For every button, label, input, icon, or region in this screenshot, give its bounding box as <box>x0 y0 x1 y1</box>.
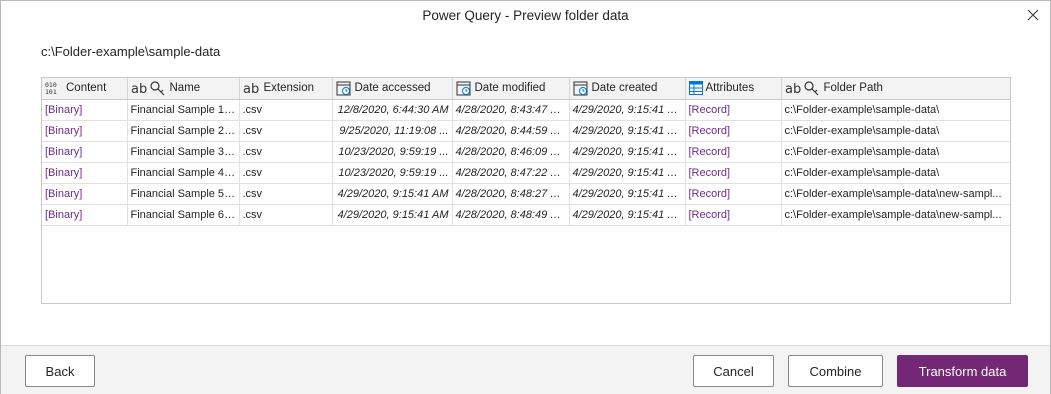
content-cell[interactable]: [Binary] <box>42 183 128 205</box>
date-modified-cell: 4/28/2020, 8:44:59 AM <box>452 120 570 142</box>
extension-cell: .csv <box>239 162 333 184</box>
column-header-content[interactable]: 010 101 Content <box>42 78 128 100</box>
dialog-footer: Back Cancel Combine Transform data <box>1 345 1050 394</box>
folder-path-cell: c:\Folder-example\sample-data\ <box>781 99 1010 121</box>
content-cell[interactable]: [Binary] <box>42 120 128 142</box>
attributes-cell[interactable]: [Record] <box>685 162 782 184</box>
content-cell[interactable]: [Binary] <box>42 162 128 184</box>
extension-cell: .csv <box>239 204 333 226</box>
title-bar: Power Query - Preview folder data <box>1 1 1050 29</box>
datetime-type-icon <box>573 81 587 96</box>
table-row: [Binary] Financial Sample 5.... .csv 4/2… <box>42 183 1010 205</box>
table-row: [Binary] Financial Sample 3.... .csv 10/… <box>42 141 1010 163</box>
folder-path-cell: c:\Folder-example\sample-data\ <box>781 120 1010 142</box>
date-modified-cell: 4/28/2020, 8:48:27 AM <box>452 183 570 205</box>
column-header-name[interactable]: ab Name <box>127 78 240 100</box>
date-modified-cell: 4/28/2020, 8:43:47 AM <box>452 99 570 121</box>
attributes-cell[interactable]: [Record] <box>685 183 782 205</box>
folder-path-cell: c:\Folder-example\sample-data\new-sampl.… <box>781 183 1010 205</box>
cancel-button[interactable]: Cancel <box>693 355 774 387</box>
back-button[interactable]: Back <box>25 355 95 387</box>
column-label: Date modified <box>474 82 546 95</box>
column-label: Extension <box>263 82 315 95</box>
date-accessed-cell: 4/29/2020, 9:15:41 AM <box>332 183 453 205</box>
svg-text:ab: ab <box>131 82 147 96</box>
column-header-attributes[interactable]: Attributes <box>685 78 782 100</box>
text-type-icon: ab <box>243 82 259 96</box>
datetime-type-icon <box>456 81 470 96</box>
name-cell: Financial Sample 4.... <box>127 162 240 184</box>
column-header-extension[interactable]: ab Extension <box>239 78 333 100</box>
folder-path-label: c:\Folder-example\sample-data <box>41 44 221 59</box>
extension-cell: .csv <box>239 99 333 121</box>
date-accessed-cell: 9/25/2020, 11:19:08 ... <box>332 120 453 142</box>
name-cell: Financial Sample 5.... <box>127 183 240 205</box>
table-header-row: 010 101 Content ab Name ab Extension Dat… <box>42 78 1010 100</box>
table-row: [Binary] Financial Sample 2.... .csv 9/2… <box>42 120 1010 142</box>
svg-text:101: 101 <box>45 88 57 95</box>
name-cell: Financial Sample 1.... <box>127 99 240 121</box>
content-cell[interactable]: [Binary] <box>42 204 128 226</box>
close-button[interactable] <box>1022 4 1044 26</box>
transform-data-button[interactable]: Transform data <box>897 355 1028 387</box>
date-accessed-cell: 10/23/2020, 9:59:19 ... <box>332 162 453 184</box>
date-created-cell: 4/29/2020, 9:15:41 A... <box>569 162 686 184</box>
date-created-cell: 4/29/2020, 9:15:41 A... <box>569 120 686 142</box>
preview-table: 010 101 Content ab Name ab Extension Dat… <box>41 77 1011 304</box>
date-accessed-cell: 12/8/2020, 6:44:30 AM <box>332 99 453 121</box>
extension-cell: .csv <box>239 120 333 142</box>
column-label: Name <box>169 82 201 95</box>
content-cell[interactable]: [Binary] <box>42 141 128 163</box>
column-label: Folder Path <box>823 82 883 95</box>
combine-button[interactable]: Combine <box>788 355 883 387</box>
date-modified-cell: 4/28/2020, 8:48:49 AM <box>452 204 570 226</box>
table-row: [Binary] Financial Sample 6.... .csv 4/2… <box>42 204 1010 226</box>
name-cell: Financial Sample 3.... <box>127 141 240 163</box>
date-created-cell: 4/29/2020, 9:15:41 A... <box>569 204 686 226</box>
column-header-folder-path[interactable]: ab Folder Path <box>781 78 1010 100</box>
date-created-cell: 4/29/2020, 9:15:41 A... <box>569 183 686 205</box>
extension-cell: .csv <box>239 183 333 205</box>
table-row: [Binary] Financial Sample 1.... .csv 12/… <box>42 99 1010 121</box>
close-icon <box>1027 9 1039 21</box>
text-key-type-icon: ab <box>131 81 164 96</box>
column-header-date-accessed[interactable]: Date accessed <box>332 78 453 100</box>
date-created-cell: 4/29/2020, 9:15:41 A... <box>569 141 686 163</box>
dialog-title: Power Query - Preview folder data <box>422 7 629 23</box>
attributes-cell[interactable]: [Record] <box>685 141 782 163</box>
preview-folder-dialog: Power Query - Preview folder data c:\Fol… <box>0 0 1051 394</box>
folder-path-cell: c:\Folder-example\sample-data\ <box>781 141 1010 163</box>
attributes-cell[interactable]: [Record] <box>685 120 782 142</box>
datetime-type-icon <box>336 81 350 96</box>
attributes-cell[interactable]: [Record] <box>685 99 782 121</box>
binary-type-icon: 010 101 <box>45 81 57 95</box>
table-row: [Binary] Financial Sample 4.... .csv 10/… <box>42 162 1010 184</box>
date-modified-cell: 4/28/2020, 8:47:22 AM <box>452 162 570 184</box>
column-label: Date accessed <box>354 82 431 95</box>
date-accessed-cell: 10/23/2020, 9:59:19 ... <box>332 141 453 163</box>
extension-cell: .csv <box>239 141 333 163</box>
column-label: Attributes <box>705 82 755 95</box>
svg-text:ab: ab <box>785 82 801 96</box>
name-cell: Financial Sample 6.... <box>127 204 240 226</box>
attributes-cell[interactable]: [Record] <box>685 204 782 226</box>
record-type-icon <box>688 81 703 96</box>
column-label: Content <box>66 82 107 95</box>
date-accessed-cell: 4/29/2020, 9:15:41 AM <box>332 204 453 226</box>
date-modified-cell: 4/28/2020, 8:46:09 AM <box>452 141 570 163</box>
date-created-cell: 4/29/2020, 9:15:41 A... <box>569 99 686 121</box>
svg-text:ab: ab <box>243 82 259 96</box>
text-key-type-icon: ab <box>785 81 818 96</box>
column-header-date-created[interactable]: Date created <box>569 78 686 100</box>
column-header-date-modified[interactable]: Date modified <box>452 78 570 100</box>
folder-path-cell: c:\Folder-example\sample-data\ <box>781 162 1010 184</box>
content-cell[interactable]: [Binary] <box>42 99 128 121</box>
folder-path-cell: c:\Folder-example\sample-data\new-sampl.… <box>781 204 1010 226</box>
name-cell: Financial Sample 2.... <box>127 120 240 142</box>
column-label: Date created <box>591 82 658 95</box>
